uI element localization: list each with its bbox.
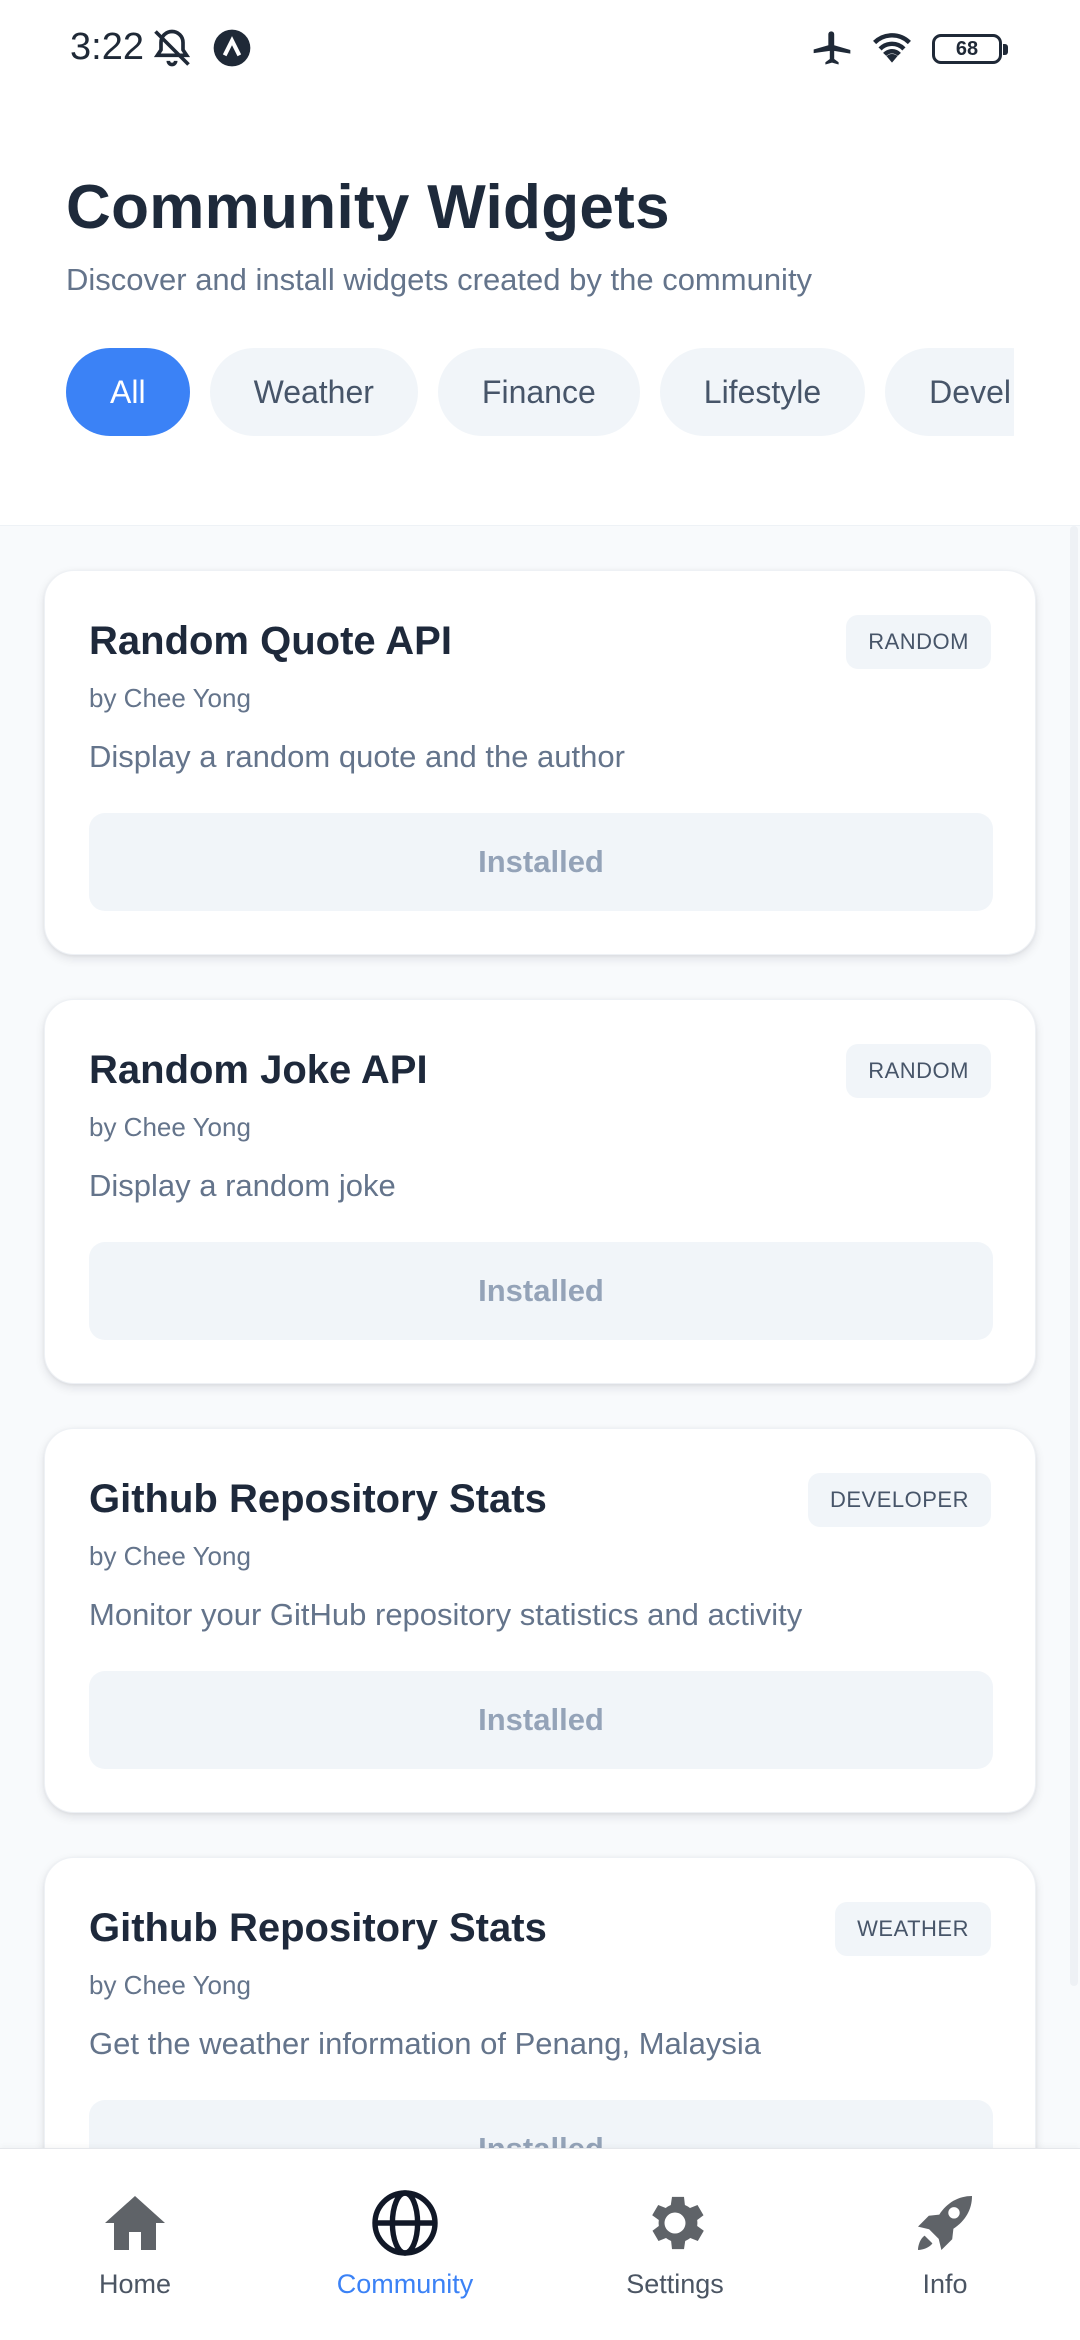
widget-author: by Chee Yong	[89, 683, 251, 713]
widget-description: Monitor your GitHub repository statistic…	[89, 1597, 803, 1632]
home-icon	[105, 2196, 165, 2250]
widget-description: Get the weather information of Penang, M…	[89, 2026, 762, 2061]
widget-description: Display a random quote and the author	[89, 739, 625, 774]
nav-label: Community	[336, 2269, 474, 2299]
installed-button[interactable]: Installed	[89, 2100, 993, 2150]
widget-title: Random Joke API	[89, 1048, 428, 1092]
widget-title: Random Quote API	[89, 619, 452, 663]
scrollbar[interactable]	[1070, 526, 1078, 1986]
category-badge: DEVELOPER	[808, 1473, 991, 1527]
category-badge: RANDOM	[846, 1044, 991, 1098]
widget-list[interactable]: Random Quote API RANDOM by Chee Yong Dis…	[0, 525, 1080, 2150]
nav-info[interactable]: Info	[810, 2187, 1080, 2317]
installed-button[interactable]: Installed	[89, 813, 993, 911]
nav-label: Settings	[626, 2269, 724, 2299]
filter-chip-lifestyle[interactable]: Lifestyle	[659, 348, 866, 436]
app-notification-icon	[213, 29, 251, 67]
widget-card[interactable]: Github Repository Stats DEVELOPER by Che…	[44, 1428, 1036, 1813]
battery-icon: 68	[932, 34, 1008, 64]
bell-muted-icon	[153, 29, 191, 67]
category-badge: WEATHER	[835, 1902, 991, 1956]
widget-author: by Chee Yong	[89, 1112, 251, 1142]
category-filter-bar[interactable]: All Weather Finance Lifestyle Devel	[66, 348, 1014, 438]
filter-chip-weather[interactable]: Weather	[209, 348, 418, 436]
category-badge: RANDOM	[846, 615, 991, 669]
page-header: Community Widgets Discover and install w…	[0, 100, 1080, 525]
widget-author: by Chee Yong	[89, 1970, 251, 2000]
filter-chip-finance[interactable]: Finance	[437, 348, 640, 436]
widget-title: Github Repository Stats	[89, 1906, 547, 1950]
filter-chip-all[interactable]: All	[66, 348, 190, 436]
nav-label: Home	[98, 2269, 172, 2299]
status-time: 3:22	[70, 26, 144, 68]
installed-button[interactable]: Installed	[89, 1242, 993, 1340]
nav-label: Info	[922, 2269, 968, 2299]
page-subtitle: Discover and install widgets created by …	[66, 262, 813, 297]
page-title: Community Widgets	[66, 173, 670, 242]
airplane-icon	[813, 31, 851, 65]
widget-card[interactable]: Random Quote API RANDOM by Chee Yong Dis…	[44, 570, 1036, 955]
installed-button[interactable]: Installed	[89, 1671, 993, 1769]
globe-icon	[372, 2190, 438, 2256]
widget-card[interactable]: Github Repository Stats WEATHER by Chee …	[44, 1857, 1036, 2150]
bottom-navigation: Home Community Settings Info	[0, 2148, 1080, 2340]
nav-community[interactable]: Community	[270, 2187, 540, 2317]
nav-settings[interactable]: Settings	[540, 2187, 810, 2317]
widget-card[interactable]: Random Joke API RANDOM by Chee Yong Disp…	[44, 999, 1036, 1384]
widget-author: by Chee Yong	[89, 1541, 251, 1571]
status-bar: 3:22 68	[0, 0, 1080, 100]
rocket-icon	[918, 2196, 972, 2250]
nav-home[interactable]: Home	[0, 2187, 270, 2317]
filter-chip-developer[interactable]: Devel	[885, 348, 1014, 436]
gear-icon	[652, 2196, 704, 2250]
app-screen: 3:22 68 Community Widgets Discover and i…	[0, 0, 1080, 2340]
widget-title: Github Repository Stats	[89, 1477, 547, 1521]
wifi-icon	[873, 33, 911, 63]
widget-description: Display a random joke	[89, 1168, 396, 1203]
